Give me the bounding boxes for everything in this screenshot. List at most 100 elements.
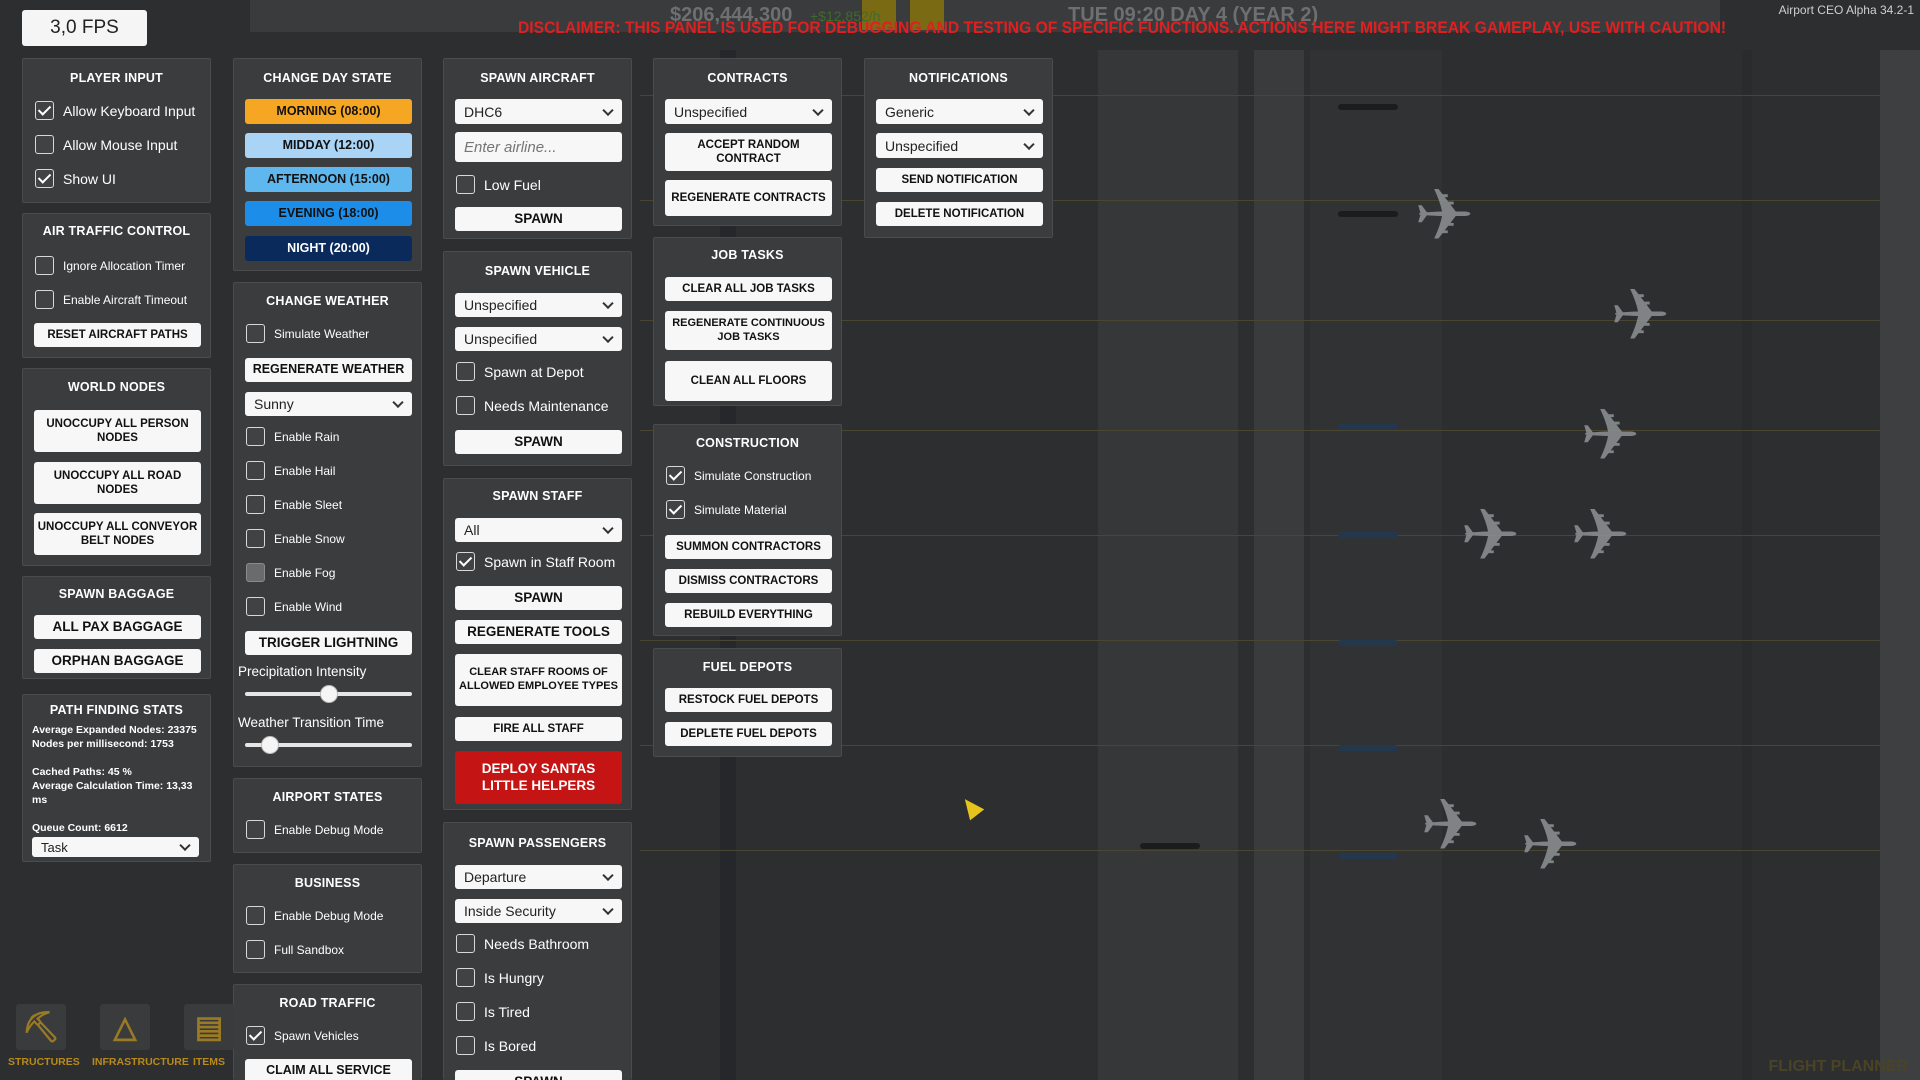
unoccupy-person-nodes-button[interactable]: UNOCCUPY ALL PERSON NODES	[34, 410, 201, 452]
parked-aircraft[interactable]	[1140, 843, 1200, 849]
spawn-in-staff-room-checkbox[interactable]: Spawn in Staff Room	[456, 552, 615, 571]
staff-type-dropdown[interactable]: All	[455, 518, 622, 542]
regenerate-tools-button[interactable]: REGENERATE TOOLS	[455, 620, 622, 644]
passenger-location-dropdown[interactable]: Inside Security	[455, 899, 622, 923]
clear-all-job-tasks-button[interactable]: CLEAR ALL JOB TASKS	[665, 277, 832, 301]
spawn-at-depot-checkbox[interactable]: Spawn at Depot	[456, 362, 584, 381]
slider-handle[interactable]	[319, 685, 338, 703]
parked-aircraft[interactable]	[1338, 745, 1398, 751]
weather-type-dropdown[interactable]: Sunny	[245, 392, 412, 416]
enable-snow-checkbox[interactable]: Enable Snow	[246, 529, 345, 548]
spawn-vehicles-checkbox[interactable]: Spawn Vehicles	[246, 1026, 359, 1045]
notification-type-dropdown[interactable]: Generic	[876, 99, 1043, 124]
airplane-icon[interactable]: ✈	[1420, 790, 1480, 862]
needs-bathroom-checkbox[interactable]: Needs Bathroom	[456, 934, 589, 953]
airplane-icon[interactable]: ✈	[1580, 400, 1640, 472]
infrastructure-tab[interactable]: △ INFRASTRUCTURE	[92, 1000, 189, 1080]
aircraft-type-dropdown[interactable]: DHC6	[455, 99, 622, 124]
is-tired-checkbox[interactable]: Is Tired	[456, 1002, 530, 1021]
airplane-icon[interactable]: ✈	[1520, 810, 1580, 882]
delete-notification-button[interactable]: DELETE NOTIFICATION	[876, 202, 1043, 226]
clear-staff-rooms-button[interactable]: CLEAR STAFF ROOMS OF ALLOWED EMPLOYEE TY…	[455, 654, 622, 706]
parked-aircraft[interactable]	[1338, 104, 1398, 110]
path-stats-dropdown[interactable]: Task	[32, 837, 199, 857]
structures-tab[interactable]: ⛏ STRUCTURES	[8, 1000, 80, 1080]
dismiss-contractors-button[interactable]: DISMISS CONTRACTORS	[665, 569, 832, 593]
allow-mouse-checkbox[interactable]: Allow Mouse Input	[35, 135, 177, 154]
airline-input[interactable]	[455, 132, 622, 162]
vehicle-type-dropdown[interactable]: Unspecified	[455, 293, 622, 317]
unoccupy-conveyor-nodes-button[interactable]: UNOCCUPY ALL CONVEYOR BELT NODES	[34, 513, 201, 555]
morning-button[interactable]: MORNING (08:00)	[245, 99, 412, 124]
airport-debug-mode-checkbox[interactable]: Enable Debug Mode	[246, 820, 383, 839]
spawn-vehicle-panel: SPAWN VEHICLE Unspecified Unspecified Sp…	[443, 251, 632, 466]
enable-sleet-checkbox[interactable]: Enable Sleet	[246, 495, 342, 514]
parked-aircraft[interactable]	[1338, 853, 1398, 859]
enable-rain-checkbox[interactable]: Enable Rain	[246, 427, 339, 446]
spawn-vehicle-button[interactable]: SPAWN	[455, 430, 622, 454]
notification-subtype-dropdown[interactable]: Unspecified	[876, 133, 1043, 158]
deploy-santas-little-helpers-button[interactable]: DEPLOY SANTAS LITTLE HELPERS	[455, 751, 622, 804]
simulate-construction-checkbox[interactable]: Simulate Construction	[666, 466, 811, 485]
fire-all-staff-button[interactable]: FIRE ALL STAFF	[455, 717, 622, 741]
is-bored-checkbox[interactable]: Is Bored	[456, 1036, 536, 1055]
enable-hail-checkbox[interactable]: Enable Hail	[246, 461, 335, 480]
show-ui-checkbox[interactable]: Show UI	[35, 169, 116, 188]
airplane-icon[interactable]: ✈	[1414, 180, 1474, 252]
night-button[interactable]: NIGHT (20:00)	[245, 236, 412, 261]
unoccupy-road-nodes-button[interactable]: UNOCCUPY ALL ROAD NODES	[34, 462, 201, 504]
accept-random-contract-button[interactable]: ACCEPT RANDOM CONTRACT	[665, 133, 832, 171]
airplane-icon[interactable]: ✈	[1570, 500, 1630, 572]
weather-transition-time-slider[interactable]	[245, 736, 412, 754]
rebuild-everything-button[interactable]: REBUILD EVERYTHING	[665, 603, 832, 627]
passenger-direction-dropdown[interactable]: Departure	[455, 865, 622, 889]
precipitation-intensity-slider[interactable]	[245, 685, 412, 703]
enable-fog-checkbox[interactable]: Enable Fog	[246, 563, 335, 582]
check-icon	[35, 169, 54, 188]
vehicle-subtype-dropdown[interactable]: Unspecified	[455, 327, 622, 351]
simulate-weather-checkbox[interactable]: Simulate Weather	[246, 324, 369, 343]
world-wall	[1742, 50, 1752, 1080]
spawn-staff-button[interactable]: SPAWN	[455, 586, 622, 610]
trigger-lightning-button[interactable]: TRIGGER LIGHTNING	[245, 631, 412, 655]
parked-aircraft[interactable]	[1338, 640, 1398, 646]
regenerate-weather-button[interactable]: REGENERATE WEATHER	[245, 358, 412, 382]
business-debug-mode-checkbox[interactable]: Enable Debug Mode	[246, 906, 383, 925]
needs-maintenance-checkbox[interactable]: Needs Maintenance	[456, 396, 609, 415]
orphan-baggage-button[interactable]: ORPHAN BAGGAGE	[34, 649, 201, 673]
restock-fuel-depots-button[interactable]: RESTOCK FUEL DEPOTS	[665, 688, 832, 712]
flight-planner-button[interactable]: FLIGHT PLANNER	[1768, 1058, 1908, 1076]
simulate-material-checkbox[interactable]: Simulate Material	[666, 500, 787, 519]
evening-button[interactable]: EVENING (18:00)	[245, 201, 412, 226]
full-sandbox-checkbox[interactable]: Full Sandbox	[246, 940, 344, 959]
contract-type-dropdown[interactable]: Unspecified	[665, 99, 832, 124]
parked-aircraft[interactable]	[1338, 424, 1398, 430]
enable-wind-checkbox[interactable]: Enable Wind	[246, 597, 342, 616]
regenerate-continuous-job-tasks-button[interactable]: REGENERATE CONTINUOUS JOB TASKS	[665, 311, 832, 350]
allow-keyboard-checkbox[interactable]: Allow Keyboard Input	[35, 101, 195, 120]
midday-button[interactable]: MIDDAY (12:00)	[245, 133, 412, 158]
parked-aircraft[interactable]	[1338, 211, 1398, 217]
reset-aircraft-paths-button[interactable]: RESET AIRCRAFT PATHS	[34, 323, 201, 347]
slider-handle[interactable]	[261, 736, 280, 754]
enable-aircraft-timeout-checkbox[interactable]: Enable Aircraft Timeout	[35, 290, 187, 309]
parked-aircraft[interactable]	[1338, 532, 1398, 538]
deplete-fuel-depots-button[interactable]: DEPLETE FUEL DEPOTS	[665, 722, 832, 746]
claim-all-service-button[interactable]: CLAIM ALL SERVICE	[245, 1059, 412, 1080]
panel-title: WORLD NODES	[67, 380, 166, 394]
send-notification-button[interactable]: SEND NOTIFICATION	[876, 168, 1043, 192]
regenerate-contracts-button[interactable]: REGENERATE CONTRACTS	[665, 180, 832, 216]
afternoon-button[interactable]: AFTERNOON (15:00)	[245, 167, 412, 192]
spawn-passengers-button[interactable]: SPAWN	[455, 1070, 622, 1080]
summon-contractors-button[interactable]: SUMMON CONTRACTORS	[665, 535, 832, 559]
all-pax-baggage-button[interactable]: ALL PAX BAGGAGE	[34, 615, 201, 639]
items-tab[interactable]: ▤ ITEMS	[176, 1000, 242, 1080]
clean-all-floors-button[interactable]: CLEAN ALL FLOORS	[665, 361, 832, 401]
panel-title: BUSINESS	[294, 876, 361, 890]
ignore-allocation-timer-checkbox[interactable]: Ignore Allocation Timer	[35, 256, 185, 275]
spawn-aircraft-button[interactable]: SPAWN	[455, 207, 622, 231]
low-fuel-checkbox[interactable]: Low Fuel	[456, 175, 541, 194]
airplane-icon[interactable]: ✈	[1610, 280, 1670, 352]
is-hungry-checkbox[interactable]: Is Hungry	[456, 968, 544, 987]
airplane-icon[interactable]: ✈	[1460, 500, 1520, 572]
